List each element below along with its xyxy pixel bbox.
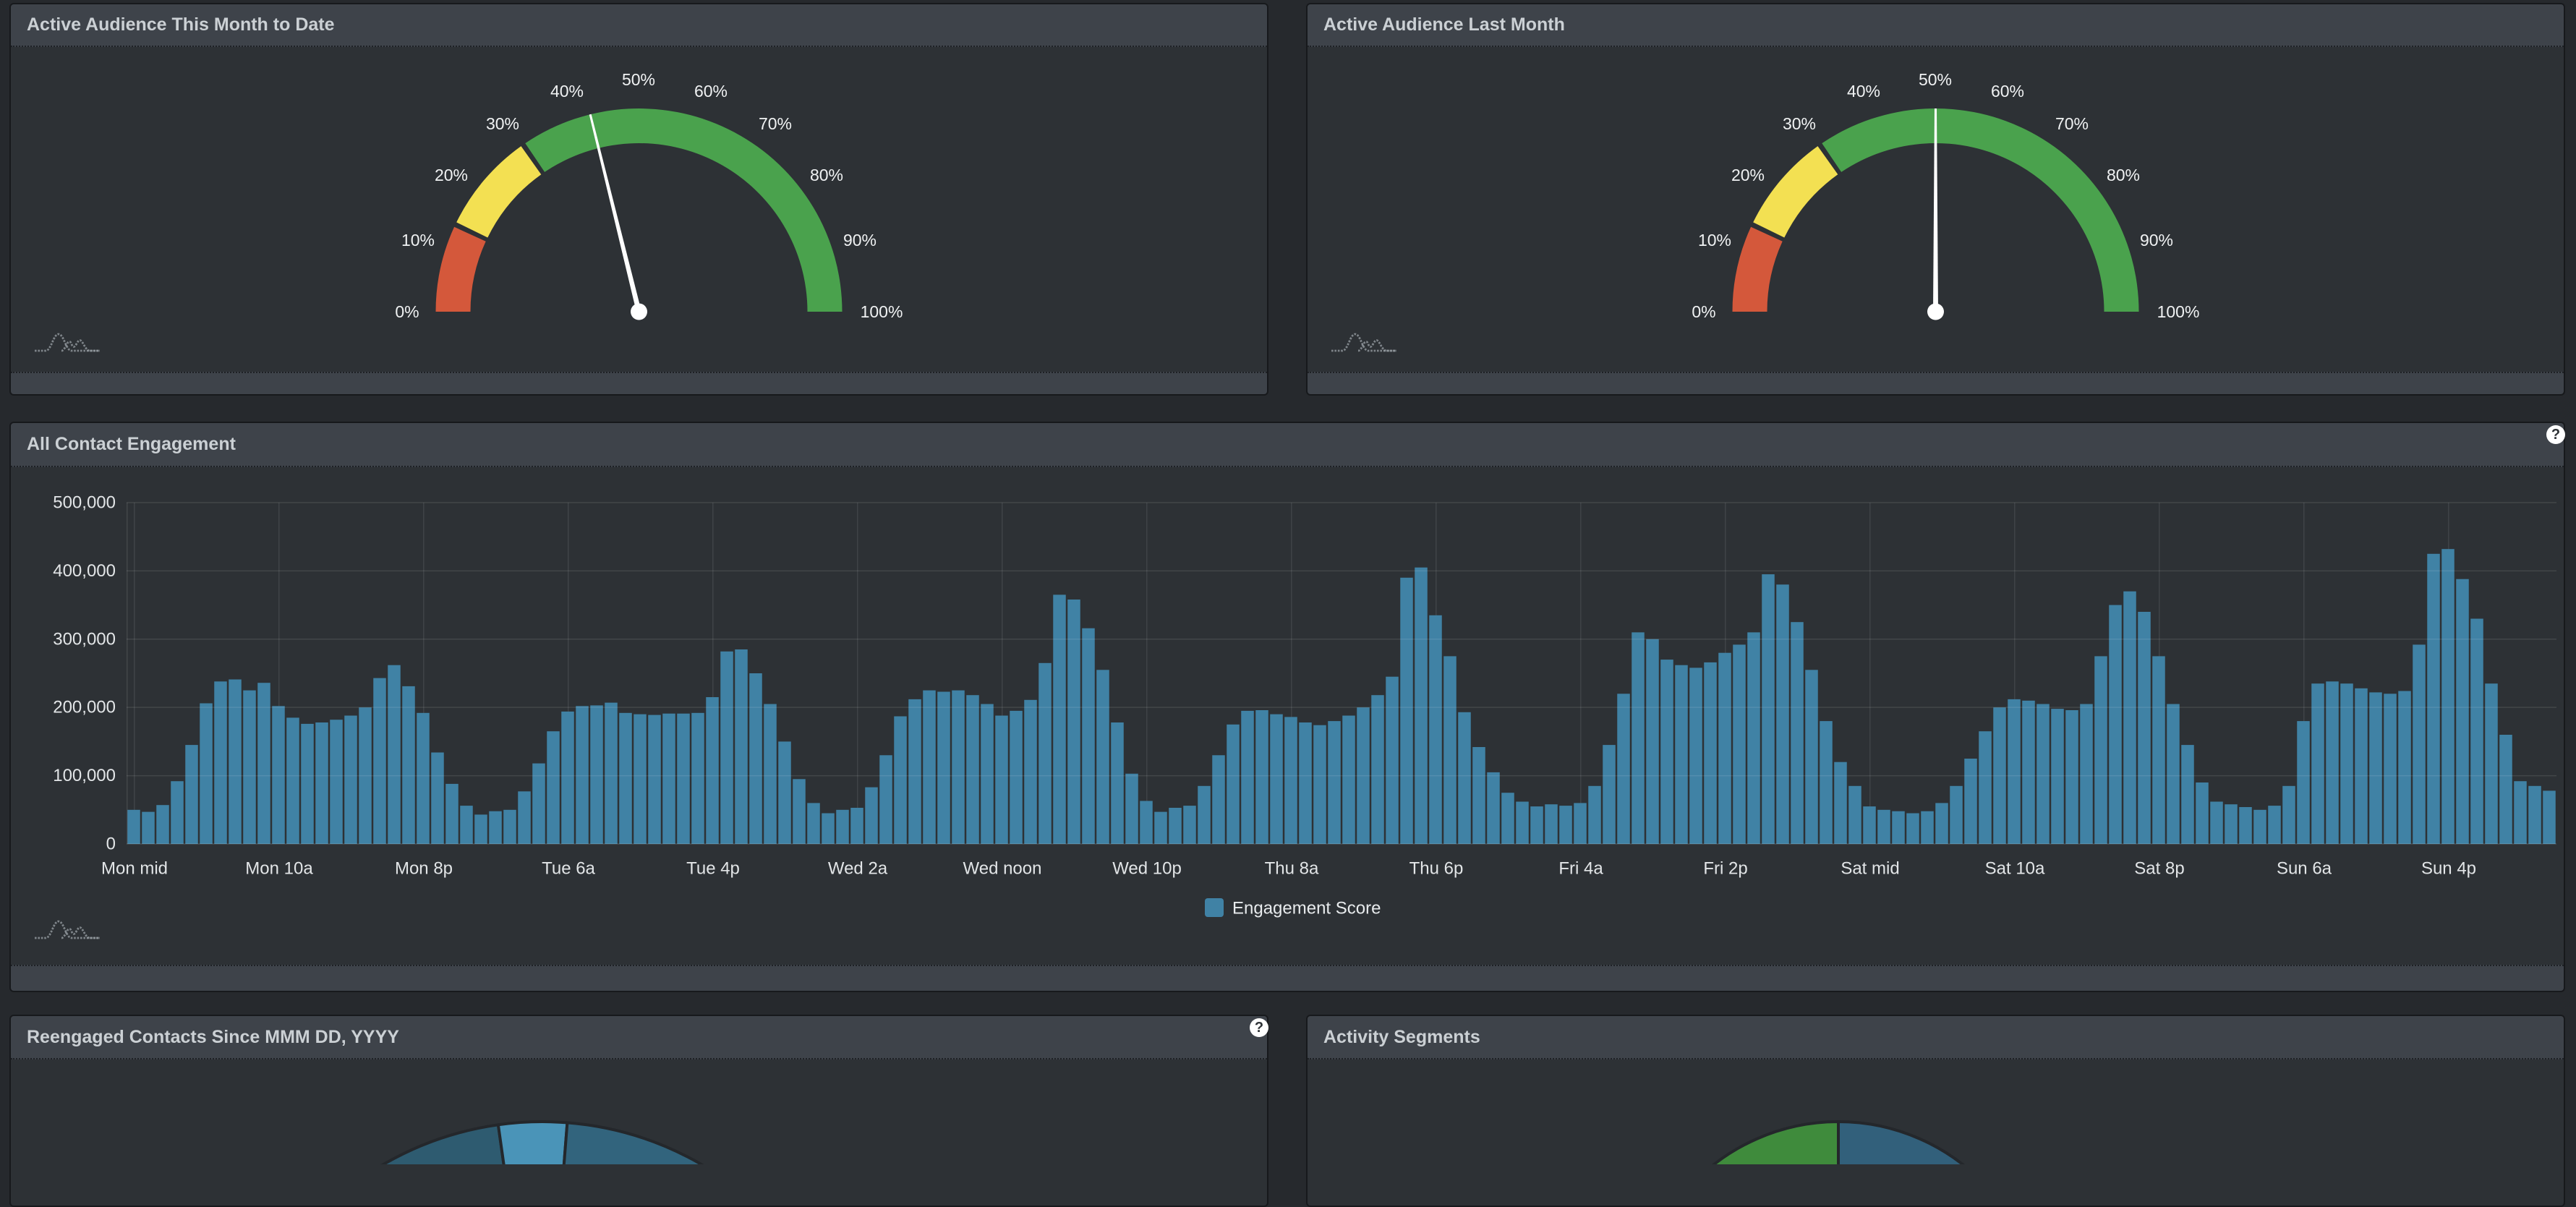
svg-text:400,000: 400,000 bbox=[53, 561, 116, 581]
svg-text:80%: 80% bbox=[2107, 166, 2140, 184]
svg-text:50%: 50% bbox=[622, 70, 655, 89]
svg-text:200,000: 200,000 bbox=[53, 698, 116, 717]
svg-text:100%: 100% bbox=[2157, 302, 2200, 321]
svg-text:Mon 10a: Mon 10a bbox=[245, 859, 313, 879]
svg-text:Sat 8p: Sat 8p bbox=[2134, 859, 2184, 879]
svg-text:Mon 8p: Mon 8p bbox=[395, 859, 453, 879]
svg-text:100,000: 100,000 bbox=[53, 766, 116, 785]
svg-text:70%: 70% bbox=[759, 114, 792, 133]
svg-text:Sun 6a: Sun 6a bbox=[2277, 859, 2332, 879]
svg-text:300,000: 300,000 bbox=[53, 629, 116, 649]
svg-text:Wed noon: Wed noon bbox=[963, 859, 1042, 879]
svg-text:Thu 8a: Thu 8a bbox=[1265, 859, 1319, 879]
svg-text:100%: 100% bbox=[861, 302, 903, 321]
svg-text:Mon mid: Mon mid bbox=[101, 859, 168, 879]
svg-text:50%: 50% bbox=[1919, 70, 1952, 89]
svg-text:60%: 60% bbox=[1991, 82, 2024, 101]
svg-text:20%: 20% bbox=[1731, 166, 1765, 184]
svg-text:10%: 10% bbox=[401, 231, 435, 249]
svg-text:Tue 6a: Tue 6a bbox=[542, 859, 595, 879]
svg-text:Fri 2p: Fri 2p bbox=[1703, 859, 1747, 879]
svg-text:0%: 0% bbox=[395, 302, 419, 321]
svg-text:Tue 4p: Tue 4p bbox=[686, 859, 740, 879]
svg-text:90%: 90% bbox=[2140, 231, 2173, 249]
svg-text:Engagement Score: Engagement Score bbox=[1232, 899, 1381, 918]
svg-text:Sat mid: Sat mid bbox=[1841, 859, 1899, 879]
svg-text:90%: 90% bbox=[843, 231, 877, 249]
svg-text:40%: 40% bbox=[1847, 82, 1880, 101]
svg-text:0%: 0% bbox=[1692, 302, 1715, 321]
svg-text:30%: 30% bbox=[486, 114, 519, 133]
svg-text:Fri 4a: Fri 4a bbox=[1558, 859, 1603, 879]
svg-text:500,000: 500,000 bbox=[53, 493, 116, 513]
svg-text:60%: 60% bbox=[694, 82, 728, 101]
svg-text:0: 0 bbox=[106, 835, 116, 854]
svg-text:10%: 10% bbox=[1698, 231, 1731, 249]
svg-text:Wed 2a: Wed 2a bbox=[828, 859, 888, 879]
svg-text:40%: 40% bbox=[550, 82, 584, 101]
svg-text:Sat 10a: Sat 10a bbox=[1985, 859, 2045, 879]
svg-text:30%: 30% bbox=[1783, 114, 1816, 133]
svg-text:Sun 4p: Sun 4p bbox=[2421, 859, 2476, 879]
svg-text:70%: 70% bbox=[2055, 114, 2089, 133]
svg-text:20%: 20% bbox=[435, 166, 468, 184]
svg-text:Wed 10p: Wed 10p bbox=[1112, 859, 1182, 879]
svg-text:80%: 80% bbox=[810, 166, 843, 184]
svg-text:Thu 6p: Thu 6p bbox=[1409, 859, 1464, 879]
